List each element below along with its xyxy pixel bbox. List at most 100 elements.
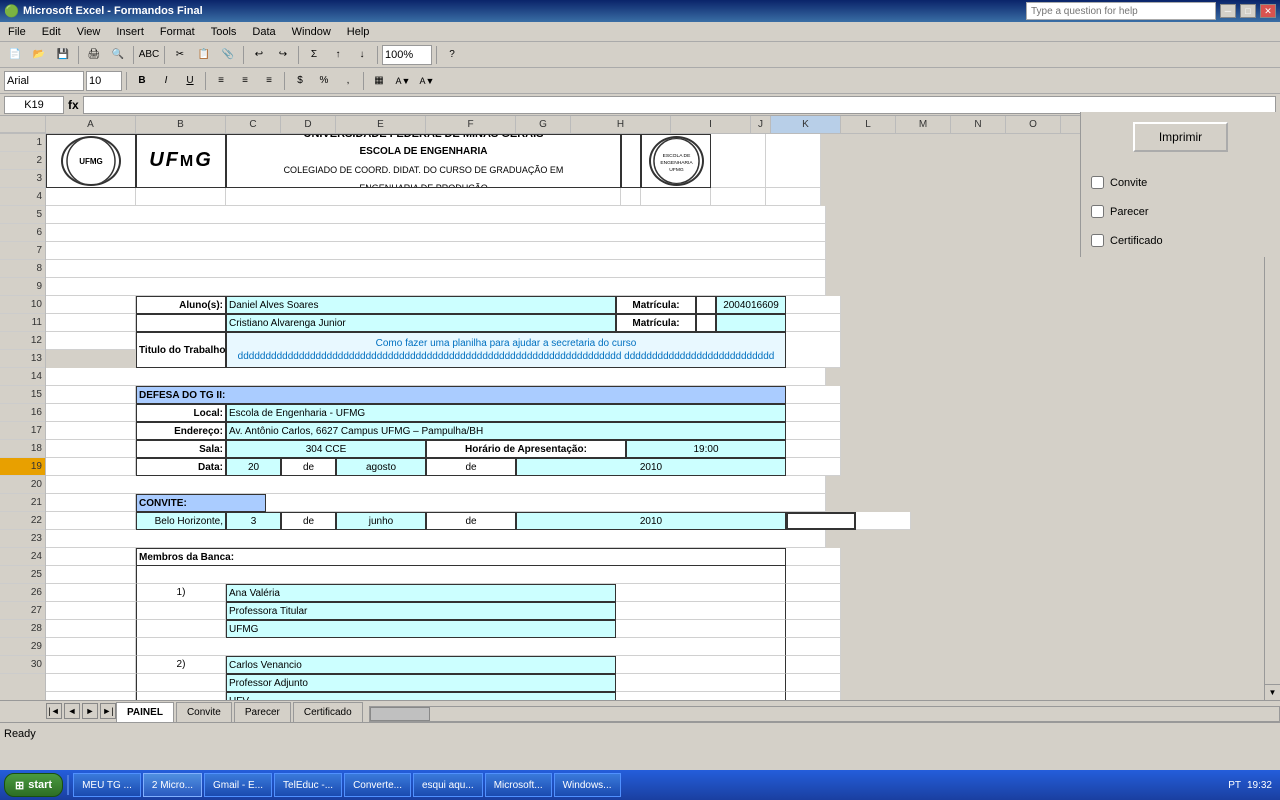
checkbox-parecer[interactable] [1091, 205, 1104, 218]
cell-A7[interactable] [46, 278, 826, 296]
cell-L22[interactable] [786, 566, 841, 584]
col-header-N[interactable]: N [951, 116, 1006, 133]
row-num-8[interactable]: 8 [0, 260, 45, 278]
undo-btn[interactable]: ↩ [248, 44, 270, 66]
cell-I15-horario-value[interactable]: 19:00 [626, 440, 786, 458]
checkbox-certificado[interactable] [1091, 234, 1104, 247]
cell-L13[interactable] [786, 404, 841, 422]
cell-E16-month[interactable]: agosto [336, 458, 426, 476]
row-num-12[interactable]: 12 [0, 332, 45, 350]
tab-certificado[interactable]: Certificado [293, 702, 363, 722]
cell-L12[interactable] [786, 386, 841, 404]
title-btn-close[interactable]: ✕ [1260, 4, 1276, 18]
font-size-input[interactable] [86, 71, 122, 91]
cell-L1[interactable] [711, 134, 766, 188]
taskbar-item-1[interactable]: 2 Micro... [143, 773, 202, 797]
save-btn[interactable]: 💾 [52, 44, 74, 66]
comma-btn[interactable]: , [337, 70, 359, 92]
cell-C18[interactable] [266, 494, 826, 512]
cell-A23[interactable] [46, 584, 136, 602]
cell-L23[interactable] [786, 584, 841, 602]
menu-data[interactable]: Data [244, 24, 283, 40]
help-input[interactable] [1026, 2, 1216, 20]
cell-E19-conv-month[interactable]: junho [336, 512, 426, 530]
col-header-G[interactable]: G [516, 116, 571, 133]
row-num-1[interactable]: 1 [0, 134, 45, 152]
row-num-29[interactable]: 29 [0, 638, 45, 656]
cell-K9-matricula2[interactable] [716, 314, 786, 332]
menu-help[interactable]: Help [339, 24, 378, 40]
font-name-input[interactable] [4, 71, 84, 91]
cell-A11[interactable] [46, 368, 826, 386]
cell-J9[interactable] [696, 314, 716, 332]
menu-edit[interactable]: Edit [34, 24, 69, 40]
cell-A27[interactable] [46, 656, 136, 674]
menu-view[interactable]: View [69, 24, 109, 40]
cell-A22[interactable] [46, 566, 136, 584]
cell-H25[interactable] [616, 620, 786, 638]
start-button[interactable]: ⊞ start [4, 773, 63, 797]
cell-K8-matricula1[interactable]: 2004016609 [716, 296, 786, 314]
cell-J8[interactable] [696, 296, 716, 314]
cell-C16-data-day[interactable]: 20 [226, 458, 281, 476]
row-num-3[interactable]: 3 [0, 170, 45, 188]
row-num-30[interactable]: 30 [0, 656, 45, 674]
cell-L15[interactable] [786, 440, 841, 458]
cell-A29[interactable] [46, 692, 136, 700]
cell-C13-local-value[interactable]: Escola de Engenharia - UFMG [226, 404, 786, 422]
row-num-17[interactable]: 17 [0, 422, 45, 440]
cell-C29-member2-inst[interactable]: UFV [226, 692, 616, 700]
row-num-28[interactable]: 28 [0, 620, 45, 638]
col-header-D[interactable]: D [281, 116, 336, 133]
title-btn-minimize[interactable]: ─ [1220, 4, 1236, 18]
cell-C28-member2-title[interactable]: Professor Adjunto [226, 674, 616, 692]
row-num-19[interactable]: 19 [0, 458, 45, 476]
cell-B1[interactable]: UFMG [136, 134, 226, 188]
cell-H28[interactable] [616, 674, 786, 692]
cell-L29[interactable] [786, 692, 841, 700]
cell-B2[interactable] [136, 188, 226, 206]
menu-format[interactable]: Format [152, 24, 203, 40]
taskbar-item-0[interactable]: MEU TG ... [73, 773, 141, 797]
cell-C24-member1-title[interactable]: Professora Titular [226, 602, 616, 620]
checkbox-convite[interactable] [1091, 176, 1104, 189]
cell-L16[interactable] [786, 458, 841, 476]
taskbar-item-5[interactable]: esqui aqu... [413, 773, 483, 797]
row-num-22[interactable]: 22 [0, 512, 45, 530]
row-num-11[interactable]: 11 [0, 314, 45, 332]
cell-H24[interactable] [616, 602, 786, 620]
cell-B24[interactable] [136, 602, 226, 620]
cell-A16[interactable] [46, 458, 136, 476]
open-btn[interactable]: 📂 [28, 44, 50, 66]
align-center-btn[interactable]: ≡ [234, 70, 256, 92]
cell-A19[interactable] [46, 512, 136, 530]
align-left-btn[interactable]: ≡ [210, 70, 232, 92]
tab-convite[interactable]: Convite [176, 702, 232, 722]
cell-A1[interactable]: UFMG [46, 134, 136, 188]
col-header-A[interactable]: A [46, 116, 136, 133]
cell-A17[interactable] [46, 476, 826, 494]
cell-H23[interactable] [616, 584, 786, 602]
menu-file[interactable]: File [0, 24, 34, 40]
row-num-24[interactable]: 24 [0, 548, 45, 566]
cell-A14[interactable] [46, 422, 136, 440]
help-icon-btn[interactable]: ? [441, 44, 463, 66]
row-num-6[interactable]: 6 [0, 224, 45, 242]
cell-J2[interactable] [621, 188, 641, 206]
cell-B28[interactable] [136, 674, 226, 692]
cell-L27[interactable] [786, 656, 841, 674]
spell-btn[interactable]: ABC [138, 44, 160, 66]
font-color-btn[interactable]: A▼ [416, 70, 438, 92]
scrollbar-horizontal[interactable] [369, 706, 1280, 722]
cell-A12[interactable] [46, 386, 136, 404]
cell-M2[interactable] [766, 188, 821, 206]
sort-desc-btn[interactable]: ↓ [351, 44, 373, 66]
cell-A24[interactable] [46, 602, 136, 620]
cell-M1[interactable] [766, 134, 821, 188]
new-btn[interactable]: 📄 [4, 44, 26, 66]
row-num-18[interactable]: 18 [0, 440, 45, 458]
tab-painel[interactable]: PAINEL [116, 702, 174, 722]
fill-color-btn[interactable]: A▼ [392, 70, 414, 92]
cell-G16-year[interactable]: 2010 [516, 458, 786, 476]
taskbar-item-4[interactable]: Converte... [344, 773, 411, 797]
